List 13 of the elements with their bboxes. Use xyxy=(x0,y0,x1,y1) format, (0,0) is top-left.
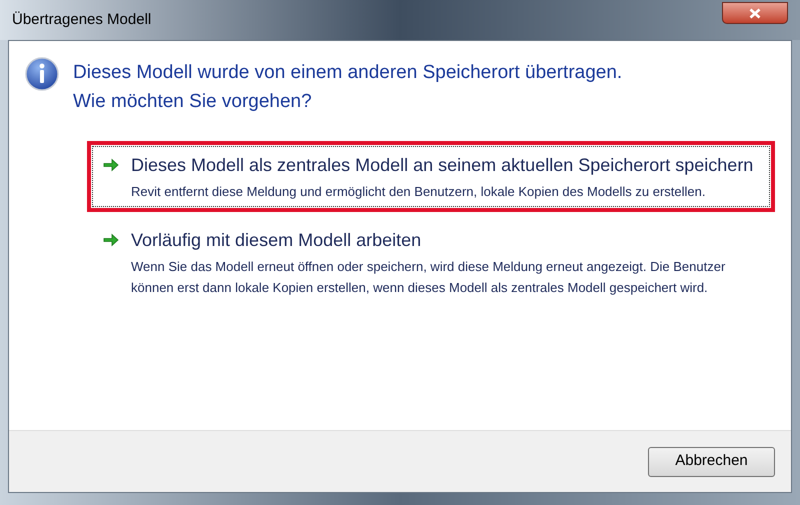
option-description: Revit entfernt diese Meldung und ermöglicht den Benutzern, lokale Kopien des Modells zu erstellen. xyxy=(131,183,707,201)
info-icon xyxy=(25,57,59,91)
close-icon xyxy=(749,8,761,18)
main-instruction: Dieses Modell wurde von einem anderen Speicherort übertragen. Wie möchten Sie vorgehen? xyxy=(73,61,624,114)
close-button[interactable] xyxy=(722,2,788,24)
cancel-button[interactable]: Abbrechen xyxy=(648,446,775,476)
arrow-icon xyxy=(103,233,119,247)
window-title: Übertragenes Modell xyxy=(12,10,152,30)
option-title: Dieses Modell als zentrales Modell an seinem aktuellen Speicherort speichern xyxy=(131,154,754,177)
option-description: Wenn Sie das Modell erneut öffnen oder speichern, wird diese Meldung erneut angezeigt. Die Benutzer können erst dann lokale Kopien erstellen, wenn dieses Modell als zentrales Modell gespeichert wird. xyxy=(131,258,726,297)
option-title: Vorläufig mit diesem Modell arbeiten xyxy=(131,229,422,252)
command-link[interactable]: Dieses Modell als zentrales Modell an seinem aktuellen Speicherort speichern Revit entfernt diese Meldung und ermöglicht den Benutzern, lokale Kopien des Modells zu erstellen. xyxy=(87,141,775,212)
arrow-icon xyxy=(103,158,119,172)
